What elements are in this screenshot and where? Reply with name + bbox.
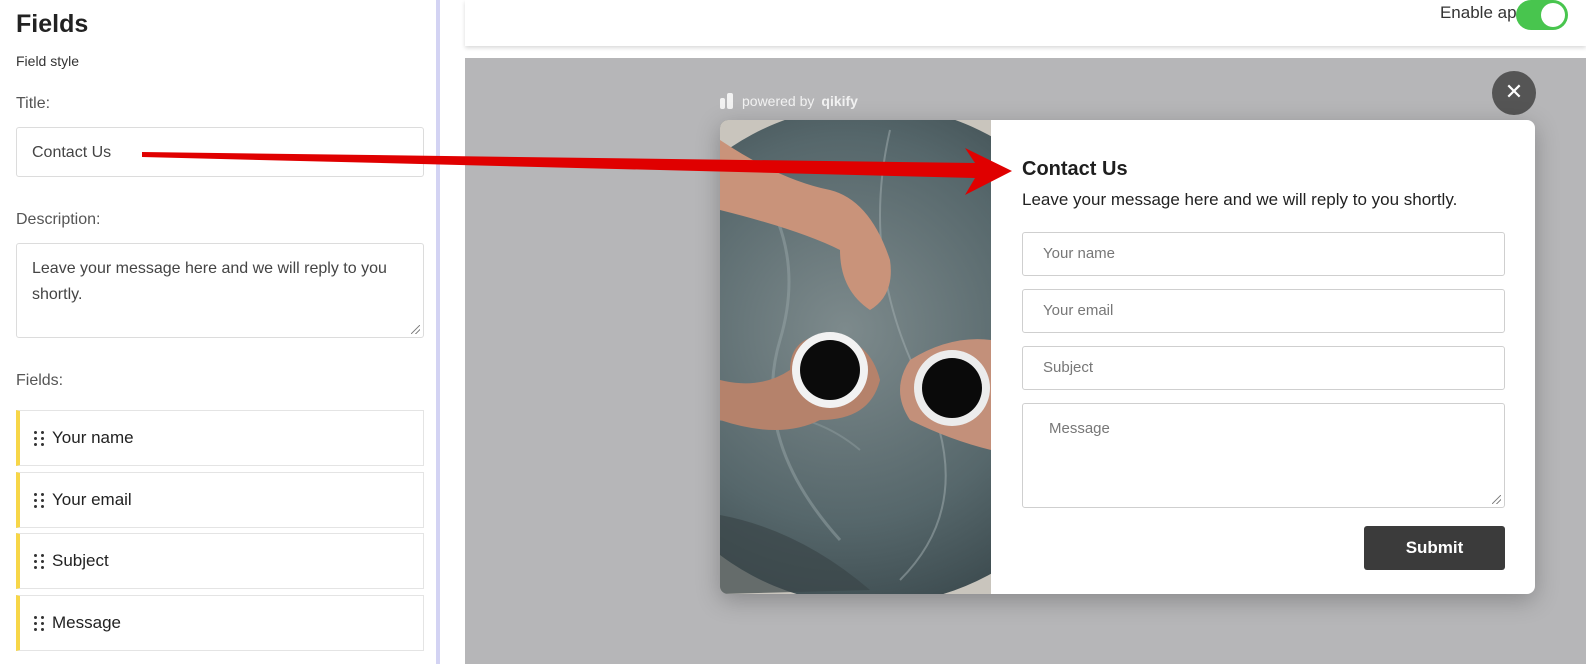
message-textarea[interactable]: Message — [1022, 403, 1505, 508]
close-button[interactable]: ✕ — [1492, 71, 1536, 115]
subject-input[interactable]: Subject — [1022, 346, 1505, 390]
resize-grip-icon[interactable] — [411, 325, 420, 334]
drag-handle-icon[interactable] — [34, 492, 44, 508]
top-bar: Enable app — [465, 0, 1586, 46]
form-description: Leave your message here and we will repl… — [1022, 190, 1458, 209]
email-input[interactable]: Your email — [1022, 289, 1505, 333]
toggle-knob — [1541, 3, 1565, 27]
field-item-your-name[interactable]: Your name — [16, 410, 424, 466]
enable-app-label: Enable app — [1439, 3, 1526, 22]
description-text: Leave your message here and we will repl… — [32, 260, 387, 303]
section-title: Fields — [16, 10, 89, 38]
field-item-message[interactable]: Message — [16, 595, 424, 651]
section-subtitle: Field style — [16, 53, 80, 69]
field-item-label: Message — [52, 613, 121, 632]
field-item-label: Your name — [52, 428, 134, 447]
settings-panel: Fields Field style Title: Contact Us Des… — [0, 0, 436, 664]
powered-by-text: powered by — [742, 93, 815, 109]
drag-handle-icon[interactable] — [34, 615, 44, 631]
coffee-cups-image — [720, 120, 1120, 594]
drag-handle-icon[interactable] — [34, 553, 44, 569]
description-label: Description: — [16, 211, 101, 228]
message-placeholder: Message — [1049, 420, 1110, 437]
form-title: Contact Us — [1022, 158, 1128, 180]
qikify-logo-icon — [720, 93, 733, 109]
description-textarea[interactable]: Leave your message here and we will repl… — [16, 243, 424, 338]
name-input[interactable]: Your name — [1022, 232, 1505, 276]
field-item-subject[interactable]: Subject — [16, 533, 424, 589]
powered-by-brand: qikify — [821, 93, 858, 109]
submit-button[interactable]: Submit — [1364, 526, 1505, 570]
close-icon: ✕ — [1504, 79, 1524, 104]
drag-handle-icon[interactable] — [34, 430, 44, 446]
title-input[interactable]: Contact Us — [16, 127, 424, 177]
field-item-label: Subject — [52, 551, 109, 570]
form-body: Contact Us Leave your message here and w… — [1022, 120, 1505, 594]
field-item-label: Your email — [52, 490, 132, 509]
popup-preview: powered by qikify ✕ Contact Us Leave you… — [465, 58, 1586, 664]
resize-grip-icon[interactable] — [1492, 495, 1501, 504]
fields-label: Fields: — [16, 372, 64, 389]
enable-app-toggle[interactable] — [1516, 0, 1568, 30]
panel-divider — [436, 0, 440, 664]
contact-form-modal: Contact Us Leave your message here and w… — [720, 120, 1535, 594]
powered-by-badge: powered by qikify — [719, 92, 858, 110]
title-label: Title: — [16, 95, 51, 112]
field-item-your-email[interactable]: Your email — [16, 472, 424, 528]
